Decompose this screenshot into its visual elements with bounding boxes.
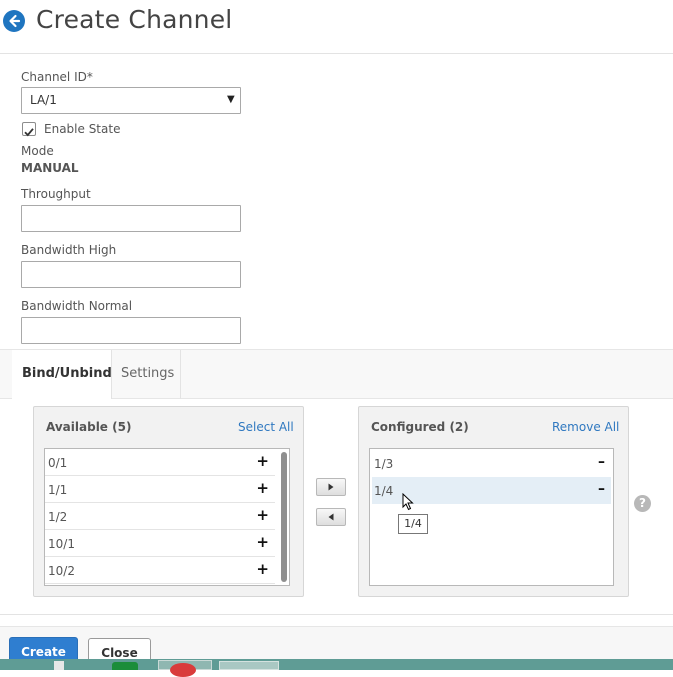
- taskbar-app-icon: [170, 663, 196, 677]
- available-item[interactable]: 10/2 +: [45, 557, 275, 584]
- available-item[interactable]: 1/1 +: [45, 476, 275, 503]
- tab-divider: [180, 350, 181, 399]
- plus-icon[interactable]: +: [256, 560, 269, 578]
- throughput-input[interactable]: [21, 205, 241, 232]
- chevron-down-icon: ▼: [227, 94, 235, 105]
- page-title: Create Channel: [36, 5, 233, 34]
- plus-icon[interactable]: +: [256, 479, 269, 497]
- available-list: 0/1 + 1/1 + 1/2 + 10/1 + 10/2 +: [44, 448, 290, 586]
- tooltip: 1/4: [398, 514, 428, 534]
- available-item-label: 1/1: [48, 483, 68, 497]
- tab-settings[interactable]: Settings: [121, 366, 174, 381]
- plus-icon[interactable]: +: [256, 533, 269, 551]
- available-item-label: 10/1: [48, 537, 75, 551]
- enable-state-label: Enable State: [44, 122, 121, 136]
- taskbar-app-icon[interactable]: [112, 662, 138, 670]
- available-item[interactable]: 10/1 +: [45, 530, 275, 557]
- move-left-button[interactable]: [316, 508, 346, 526]
- mode-label: Mode: [21, 144, 54, 158]
- triangle-left-icon: [328, 513, 334, 521]
- checkmark-icon: [24, 128, 34, 137]
- bandwidth-high-input[interactable]: [21, 261, 241, 288]
- channel-id-value: LA/1: [30, 93, 57, 107]
- throughput-label: Throughput: [21, 187, 91, 201]
- bandwidth-normal-input[interactable]: [21, 317, 241, 344]
- taskbar-app-button[interactable]: [219, 661, 279, 670]
- available-item[interactable]: 0/1 +: [45, 449, 275, 476]
- triangle-right-icon: [328, 483, 334, 491]
- configured-item-label: 1/4: [374, 484, 394, 498]
- bandwidth-high-label: Bandwidth High: [21, 243, 117, 257]
- header-divider: [0, 53, 673, 54]
- back-arrow-icon[interactable]: [3, 10, 25, 32]
- taskbar-app-icon[interactable]: [54, 661, 64, 670]
- taskbar: [0, 659, 673, 670]
- plus-icon[interactable]: +: [256, 452, 269, 470]
- mouse-cursor-icon: [402, 493, 414, 511]
- channel-id-label: Channel ID*: [21, 70, 93, 84]
- bandwidth-normal-label: Bandwidth Normal: [21, 299, 133, 313]
- available-scrollbar[interactable]: [281, 452, 287, 582]
- available-item[interactable]: 1/2 +: [45, 503, 275, 530]
- minus-icon[interactable]: –: [598, 454, 605, 470]
- available-item-label: 10/2: [48, 564, 75, 578]
- available-item-label: 1/2: [48, 510, 68, 524]
- help-icon[interactable]: ?: [634, 495, 651, 512]
- select-all-link[interactable]: Select All: [238, 420, 294, 434]
- footer-divider: [0, 614, 673, 615]
- move-right-button[interactable]: [316, 478, 346, 496]
- configured-title: Configured (2): [371, 420, 469, 434]
- configured-item-label: 1/3: [374, 457, 394, 471]
- available-item-label: 0/1: [48, 456, 68, 470]
- minus-icon[interactable]: –: [598, 481, 605, 497]
- enable-state-checkbox[interactable]: [22, 122, 36, 137]
- mode-value: MANUAL: [21, 161, 79, 175]
- plus-icon[interactable]: +: [256, 506, 269, 524]
- available-title: Available (5): [46, 420, 132, 434]
- configured-item[interactable]: 1/3 –: [372, 450, 611, 477]
- tab-bind-unbind-label[interactable]: Bind/Unbind: [22, 366, 112, 381]
- remove-all-link[interactable]: Remove All: [552, 420, 619, 434]
